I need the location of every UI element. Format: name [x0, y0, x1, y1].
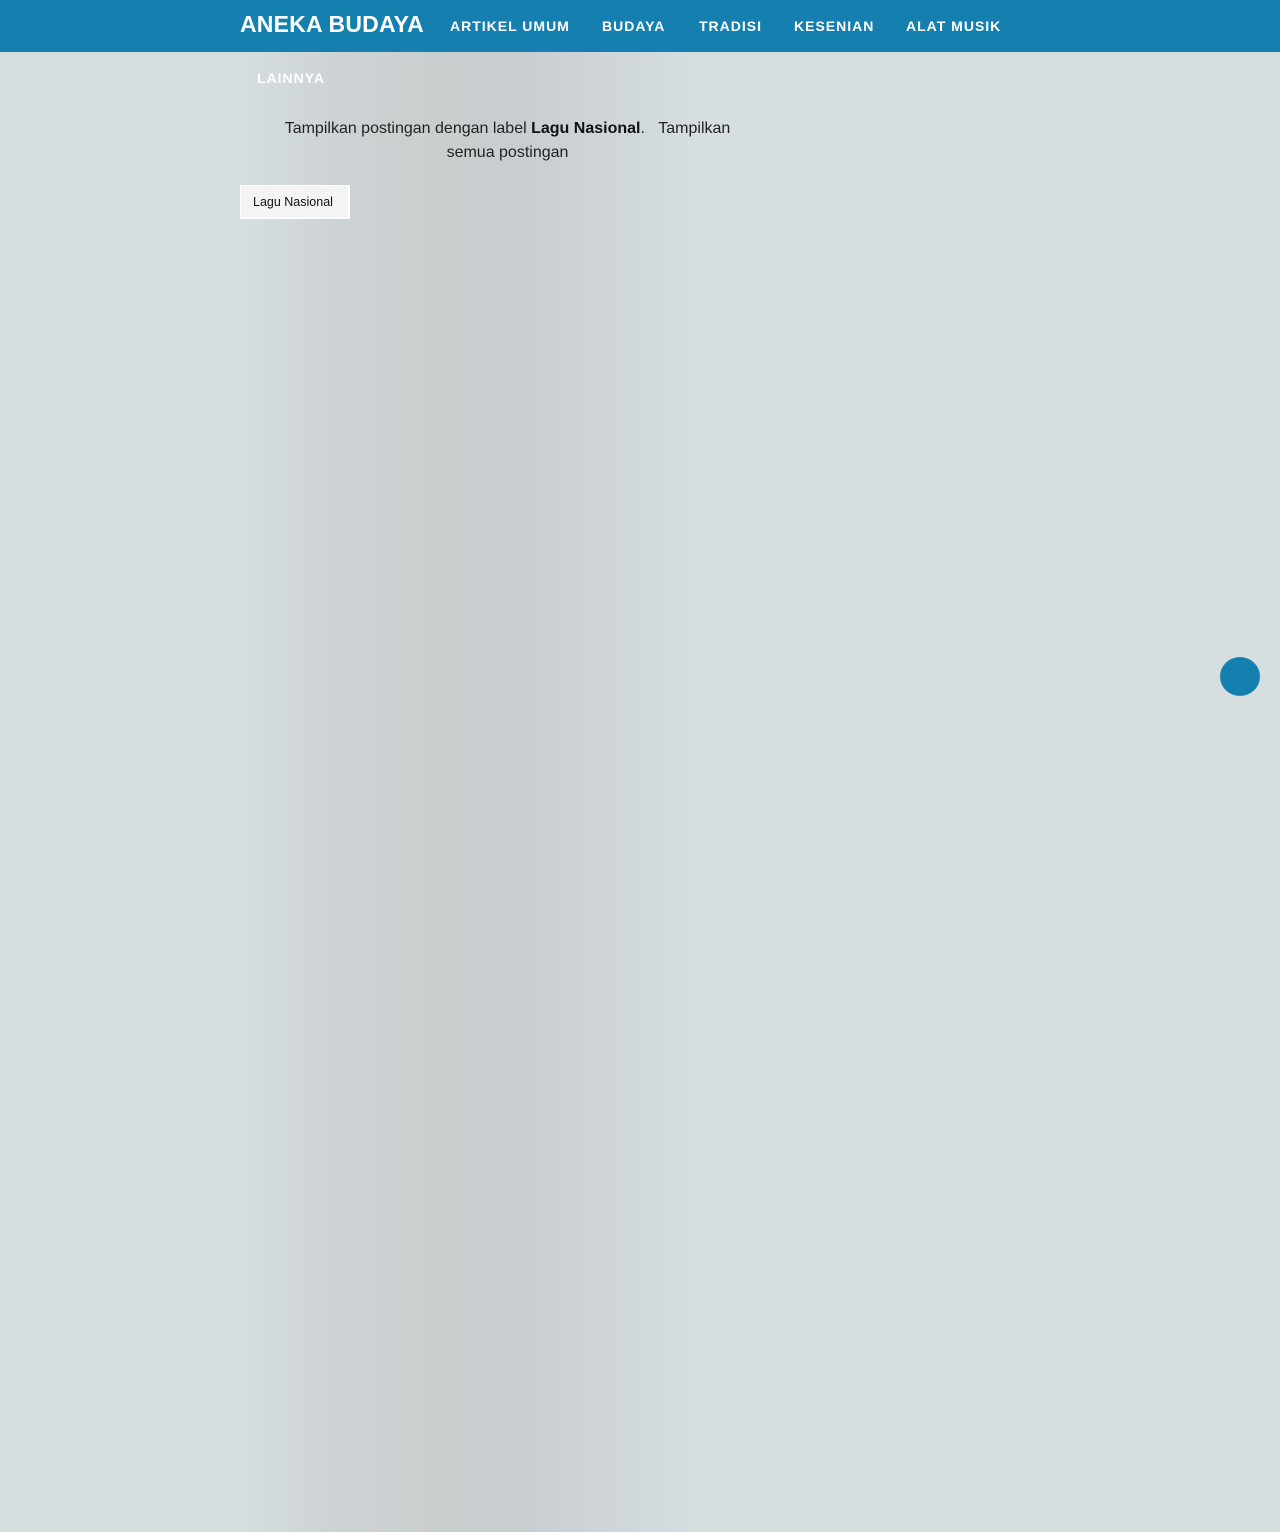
nav-item-lainnya[interactable]: LAINNYA [257, 70, 325, 86]
site-title[interactable]: ANEKA BUDAYA [240, 11, 424, 38]
nav-item-kesenian[interactable]: KESENIAN [794, 18, 874, 34]
status-prefix: Tampilkan postingan dengan label [284, 120, 532, 137]
status-label-name: Lagu Nasional [531, 120, 641, 137]
label-chip-lagu-nasional[interactable]: Lagu Nasional [240, 185, 350, 219]
nav-item-budaya[interactable]: BUDAYA [602, 18, 665, 34]
nav-item-tradisi[interactable]: TRADISI [699, 18, 762, 34]
top-navigation-bar: ANEKA BUDAYA ARTIKEL UMUM BUDAYA TRADISI… [0, 0, 1280, 52]
back-to-top-icon[interactable] [1220, 657, 1260, 696]
nav-item-artikel-umum[interactable]: ARTIKEL UMUM [450, 18, 570, 34]
nav-item-alat-musik[interactable]: ALAT MUSIK [906, 18, 1001, 34]
status-suffix: . [640, 120, 645, 137]
label-status-message: Tampilkan postingan dengan label Lagu Na… [260, 117, 755, 165]
